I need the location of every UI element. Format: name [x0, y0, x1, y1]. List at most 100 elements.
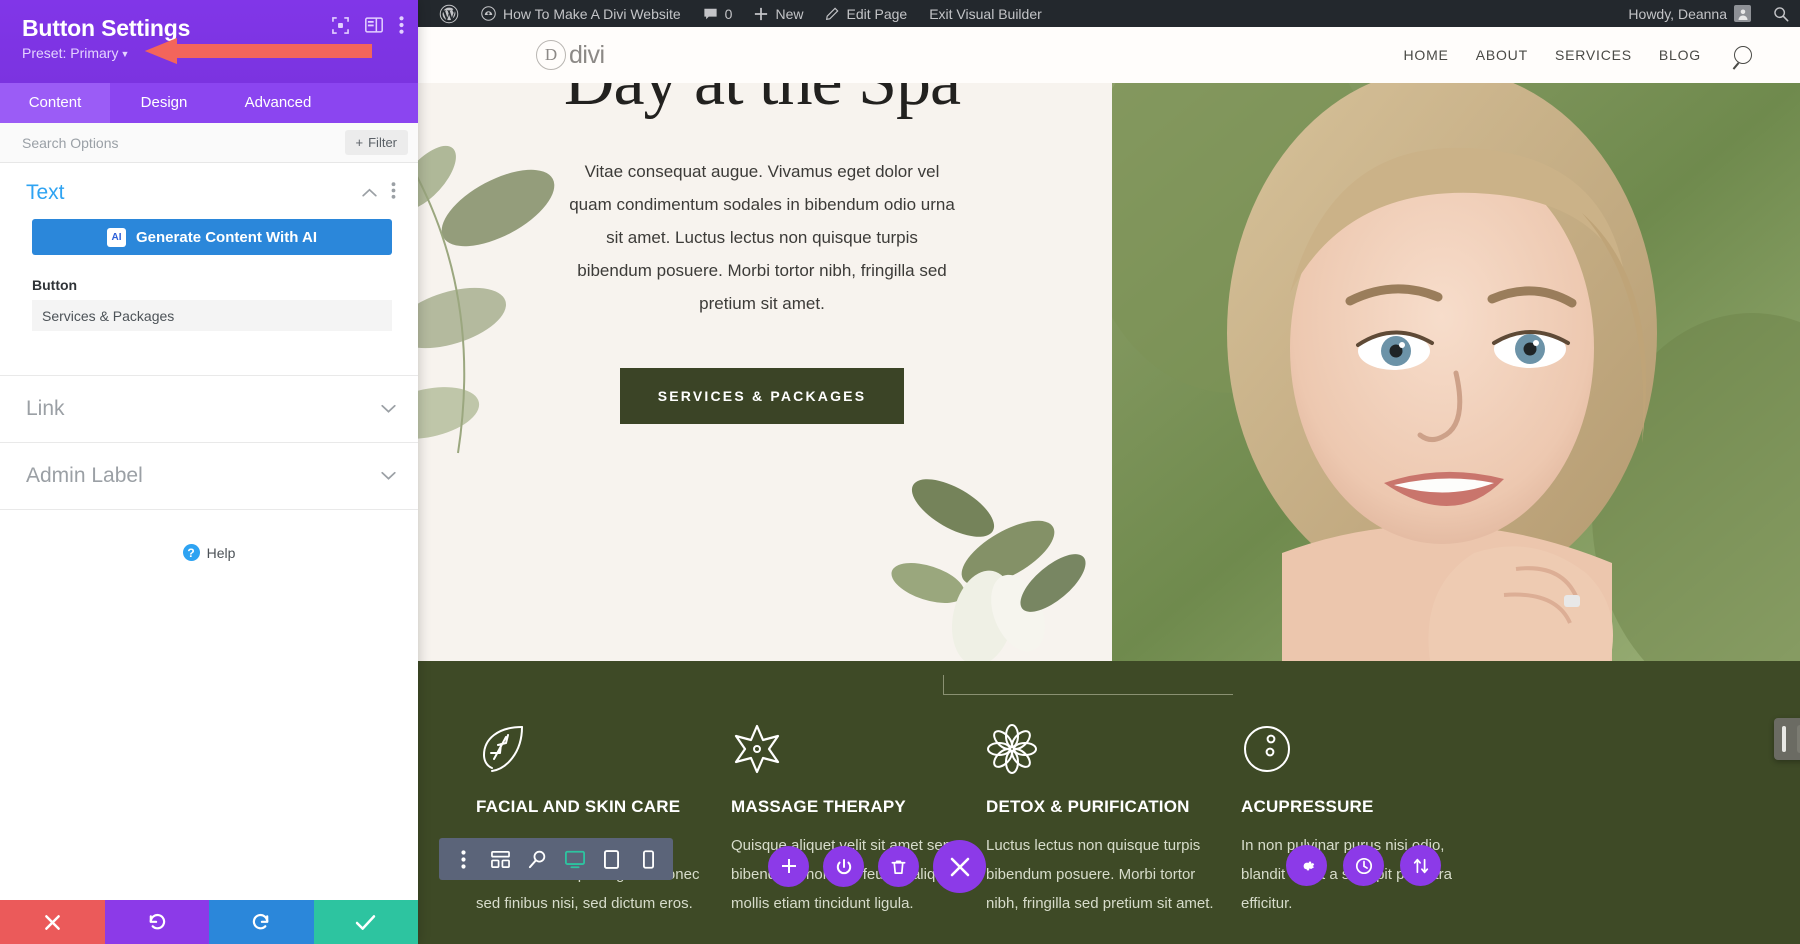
- site-header: D divi HOME ABOUT SERVICES BLOG: [418, 27, 1800, 83]
- hero-image: [1112, 83, 1800, 661]
- service-title: MASSAGE THERAPY: [731, 797, 906, 816]
- search-options-bar: + Filter: [0, 123, 418, 163]
- section-link[interactable]: Link: [0, 376, 418, 443]
- layout-icon[interactable]: [365, 17, 383, 33]
- search-icon: [1774, 6, 1789, 21]
- help-button[interactable]: ? Help: [0, 544, 418, 561]
- service-title: ACUPRESSURE: [1241, 797, 1374, 816]
- save-button[interactable]: [313, 900, 418, 944]
- gear-icon[interactable]: [1286, 845, 1327, 886]
- button-settings-panel: Button Settings Preset: Primary ▼ Content…: [0, 0, 418, 944]
- nav-item-services[interactable]: SERVICES: [1555, 47, 1632, 63]
- preset-selector[interactable]: Preset: Primary ▼: [22, 45, 400, 61]
- undo-button[interactable]: [104, 900, 209, 944]
- wp-site-name[interactable]: How To Make A Divi Website: [470, 0, 692, 27]
- site-logo[interactable]: D divi: [536, 40, 605, 70]
- crosshair-icon[interactable]: [332, 16, 349, 34]
- wp-new-label: New: [775, 5, 804, 22]
- panel-header: Button Settings Preset: Primary ▼: [0, 0, 418, 83]
- kebab-menu-icon[interactable]: [391, 182, 396, 204]
- tab-design[interactable]: Design: [110, 83, 218, 123]
- cancel-button[interactable]: [0, 900, 105, 944]
- nav-item-home[interactable]: HOME: [1404, 47, 1449, 63]
- button-text-input[interactable]: Services & Packages: [32, 300, 392, 331]
- check-icon: [356, 914, 376, 930]
- help-label: Help: [206, 544, 236, 561]
- wp-howdy[interactable]: Howdy, Deanna: [1617, 0, 1762, 27]
- wp-edit-page[interactable]: Edit Page: [814, 0, 918, 27]
- nav-item-blog[interactable]: BLOG: [1659, 47, 1701, 63]
- hero-title: Day at the Spa: [418, 83, 1106, 123]
- service-card: ACUPRESSURE In non pulvinar purus nisi o…: [1241, 723, 1496, 918]
- panel-footer: [0, 900, 418, 944]
- service-text: Luctus lectus non quisque turpis bibendu…: [986, 837, 1214, 912]
- chevron-down-icon[interactable]: [381, 400, 396, 418]
- nav-search-icon[interactable]: [1734, 46, 1752, 64]
- desktop-icon[interactable]: [556, 838, 593, 880]
- wp-edit-label: Edit Page: [846, 5, 908, 22]
- clock-icon[interactable]: [1343, 845, 1384, 886]
- wordpress-icon: [439, 4, 459, 23]
- wp-exit-label: Exit Visual Builder: [929, 5, 1042, 22]
- power-icon[interactable]: [823, 846, 864, 887]
- portrait-photo: [1112, 83, 1800, 661]
- search-input[interactable]: [22, 134, 262, 151]
- hero-section: Day at the Spa Vitae consequat augue. Vi…: [418, 83, 1800, 661]
- toolbar-drag-handle[interactable]: [1782, 726, 1786, 752]
- nav-item-about[interactable]: ABOUT: [1476, 47, 1528, 63]
- section-controls: [362, 182, 396, 204]
- trash-icon[interactable]: [878, 846, 919, 887]
- chevron-down-icon[interactable]: [381, 467, 396, 485]
- close-icon[interactable]: [933, 840, 986, 893]
- kebab-menu-icon[interactable]: [399, 16, 404, 34]
- service-title: DETOX & PURIFICATION: [986, 797, 1190, 816]
- pencil-icon: [826, 7, 839, 20]
- generate-content-with-ai-button[interactable]: AI Generate Content With AI: [32, 219, 392, 255]
- tab-content[interactable]: Content: [0, 83, 110, 123]
- section-title: Text: [26, 181, 65, 204]
- plus-icon: [755, 7, 768, 20]
- ai-button-label: Generate Content With AI: [136, 228, 317, 246]
- redo-icon: [252, 913, 269, 929]
- service-card: FACIAL AND SKIN CARE Lorem ipsum dolor s…: [476, 723, 731, 918]
- wp-howdy-label: Howdy, Deanna: [1628, 5, 1727, 22]
- wp-new[interactable]: New: [743, 0, 814, 27]
- section-title: Link: [26, 397, 65, 420]
- user-icon: [1738, 9, 1747, 20]
- sort-icon[interactable]: [1400, 845, 1441, 886]
- wp-site-title: How To Make A Divi Website: [503, 5, 681, 22]
- wp-comment-count: 0: [724, 5, 733, 22]
- tablet-icon[interactable]: [593, 838, 630, 880]
- wp-logo-button[interactable]: [428, 0, 470, 27]
- module-action-tools: [768, 840, 986, 893]
- close-icon: [44, 914, 60, 930]
- plus-icon: +: [355, 135, 364, 150]
- panel-tabs: Content Design Advanced: [0, 83, 418, 123]
- image-context-toolbar: Select subject Remove background: [1774, 718, 1800, 760]
- wp-comments[interactable]: 0: [692, 0, 744, 27]
- chevron-down-icon: ▼: [120, 49, 130, 59]
- kebab-menu-icon[interactable]: [445, 838, 482, 880]
- plus-icon[interactable]: [768, 846, 809, 887]
- service-card: DETOX & PURIFICATION Luctus lectus non q…: [986, 723, 1241, 918]
- avatar: [1734, 5, 1751, 22]
- redo-button[interactable]: [209, 900, 314, 944]
- hero-cta-button[interactable]: SERVICES & PACKAGES: [619, 368, 905, 424]
- dashboard-icon: [481, 6, 496, 21]
- section-title: Admin Label: [26, 464, 143, 487]
- zoom-icon[interactable]: [519, 838, 556, 880]
- tab-advanced[interactable]: Advanced: [218, 83, 338, 123]
- filter-label: Filter: [368, 135, 397, 150]
- section-admin-label[interactable]: Admin Label: [0, 443, 418, 510]
- service-title: FACIAL AND SKIN CARE: [476, 797, 681, 816]
- phone-icon[interactable]: [630, 838, 667, 880]
- wp-exit-visual-builder[interactable]: Exit Visual Builder: [918, 0, 1053, 27]
- wp-search-button[interactable]: [1762, 0, 1800, 27]
- page-preview: How To Make A Divi Website 0 New Edit Pa…: [418, 0, 1800, 944]
- section-text-header[interactable]: Text: [0, 163, 418, 215]
- logo-mark: D: [536, 40, 566, 70]
- undo-icon: [149, 913, 166, 929]
- wireframe-icon[interactable]: [482, 838, 519, 880]
- chevron-up-icon[interactable]: [362, 184, 377, 202]
- filter-button[interactable]: + Filter: [344, 130, 408, 155]
